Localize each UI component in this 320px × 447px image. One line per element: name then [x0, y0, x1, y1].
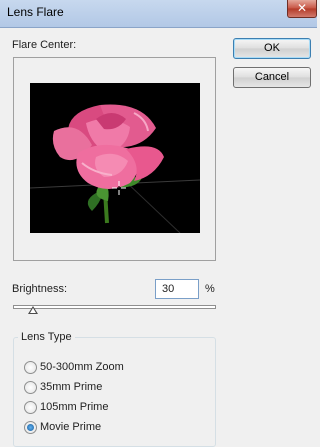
radio-label: 35mm Prime	[40, 381, 103, 393]
lens-type-legend: Lens Type	[18, 331, 75, 343]
radio-button[interactable]	[24, 401, 37, 414]
brightness-slider-track[interactable]	[13, 305, 216, 309]
ok-button[interactable]: OK	[233, 38, 311, 59]
radio-label: 105mm Prime	[40, 401, 109, 413]
flare-center-label: Flare Center:	[12, 39, 77, 51]
flare-preview[interactable]	[30, 83, 200, 233]
title-bar: Lens Flare ✕	[0, 0, 317, 28]
radio-button[interactable]	[24, 381, 37, 394]
window-title: Lens Flare	[7, 5, 64, 19]
close-button[interactable]: ✕	[287, 0, 317, 18]
radio-button[interactable]	[24, 361, 37, 374]
brightness-label: Brightness:	[12, 283, 68, 295]
cancel-button[interactable]: Cancel	[233, 67, 311, 88]
radio-label: Movie Prime	[40, 421, 102, 433]
close-icon: ✕	[296, 1, 308, 15]
rose-image	[30, 104, 200, 233]
radio-button[interactable]	[24, 421, 37, 434]
radio-label: 50-300mm Zoom	[40, 361, 124, 373]
brightness-input[interactable]: 30	[155, 279, 199, 299]
brightness-slider-thumb[interactable]	[28, 306, 39, 314]
brightness-unit: %	[205, 283, 215, 295]
